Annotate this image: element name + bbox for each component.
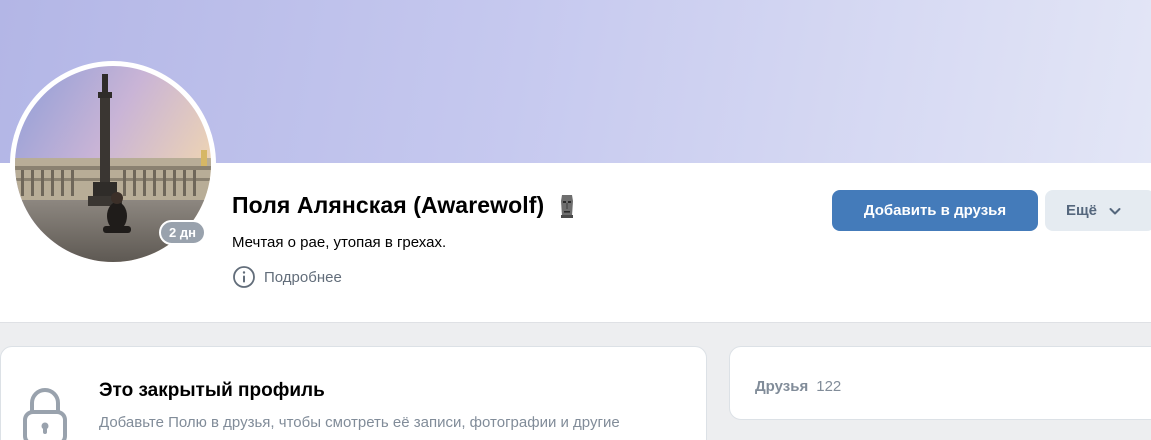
closed-profile-title: Это закрытый профиль — [99, 380, 325, 401]
profile-status: Мечтая о рае, утопая в грехах. — [232, 234, 447, 251]
profile-header-card: 2 дн Поля Алянская (Awarewolf) Мечтая о … — [0, 0, 1151, 323]
more-info-link[interactable]: Подробнее — [232, 265, 342, 289]
online-badge-label: 2 дн — [169, 225, 196, 240]
more-actions-label: Ещё — [1066, 202, 1098, 219]
online-status-badge: 2 дн — [159, 220, 206, 245]
more-info-label: Подробнее — [264, 268, 342, 286]
profile-page: 2 дн Поля Алянская (Awarewolf) Мечтая о … — [0, 0, 1151, 440]
profile-name-row: Поля Алянская (Awarewolf) — [232, 192, 577, 219]
closed-profile-card: Это закрытый профиль Добавьте Полю в дру… — [0, 346, 707, 440]
closed-profile-description: Добавьте Полю в друзья, чтобы смотреть е… — [99, 414, 620, 440]
friends-count: 122 — [816, 378, 842, 395]
chevron-down-icon — [1109, 207, 1121, 214]
friends-link[interactable]: Друзья 122 — [755, 378, 841, 395]
moai-icon[interactable] — [557, 193, 577, 219]
more-actions-button[interactable]: Ещё — [1045, 190, 1151, 231]
lock-icon — [23, 388, 67, 440]
add-friend-button[interactable]: Добавить в друзья — [832, 190, 1038, 231]
friends-label: Друзья — [755, 378, 809, 395]
profile-name: Поля Алянская (Awarewolf) — [232, 192, 545, 218]
friends-card: Друзья 122 — [729, 346, 1151, 420]
info-icon — [233, 266, 255, 288]
